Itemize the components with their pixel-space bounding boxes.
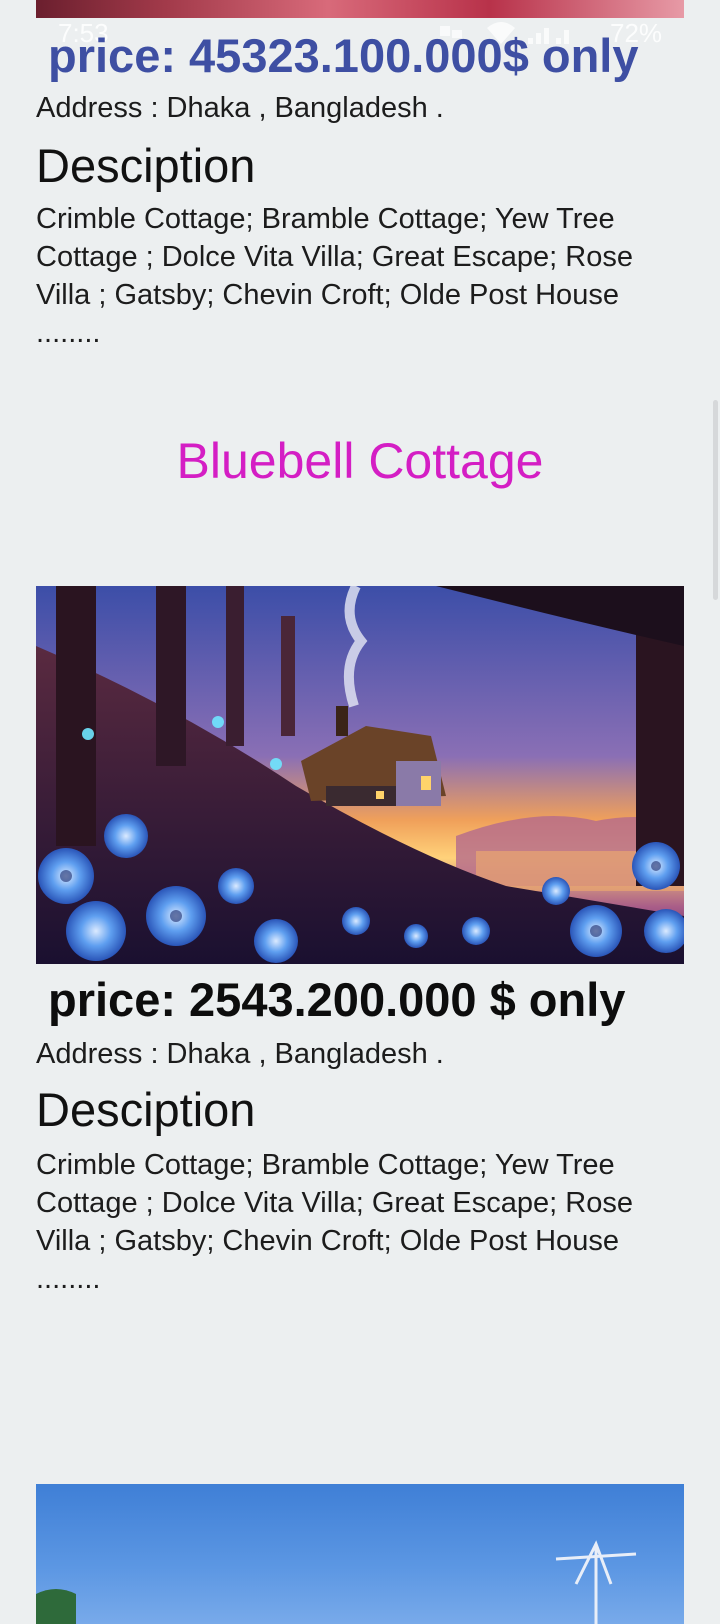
listing-image-next[interactable] [36, 1484, 684, 1624]
description-text: Crimble Cottage; Bramble Cottage; Yew Tr… [36, 1149, 633, 1295]
listing-address: Address : Dhaka , Bangladesh . [36, 92, 444, 124]
description-heading: Desciption [36, 1083, 256, 1136]
description-heading: Desciption [36, 139, 256, 192]
scrollbar[interactable] [713, 400, 718, 600]
listing-image[interactable] [36, 586, 684, 964]
description-text: Crimble Cottage; Bramble Cottage; Yew Tr… [36, 203, 633, 349]
listing-price: price: 2543.200.000 $ only [48, 973, 626, 1026]
listing-address: Address : Dhaka , Bangladesh . [36, 1038, 444, 1070]
listing-title[interactable]: Bluebell Cottage [0, 432, 720, 490]
listing-price: price: 45323.100.000$ only [48, 29, 639, 82]
